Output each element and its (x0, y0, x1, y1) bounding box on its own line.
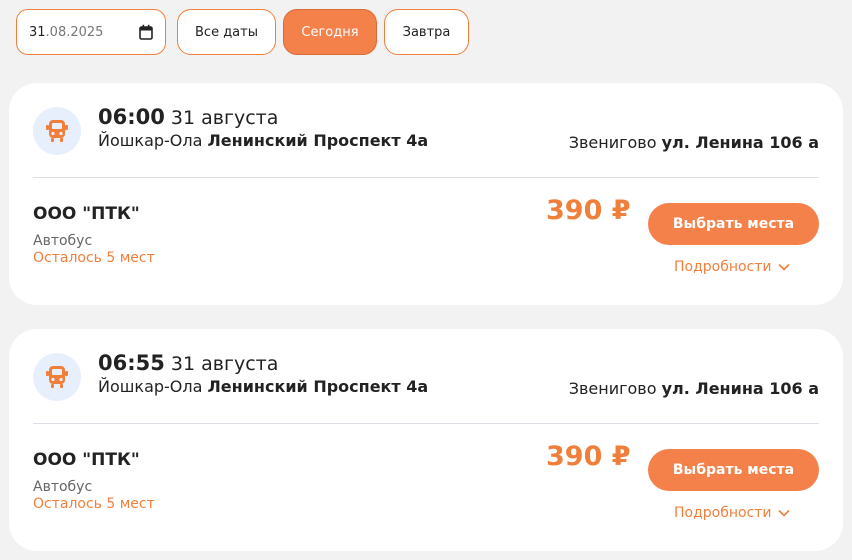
from-stop: Ленинский Проспект 4а (207, 377, 429, 396)
ticket-price: 390 ₽ (546, 441, 631, 472)
departure-place: Йошкар-Ола Ленинский Проспект 4а (98, 131, 428, 150)
trip-card: 06:55 31 августа Йошкар-Ола Ленинский Пр… (9, 329, 843, 551)
to-stop: ул. Ленина 106 а (661, 379, 819, 398)
ticket-price: 390 ₽ (546, 195, 631, 226)
select-seats-button[interactable]: Выбрать места (648, 203, 819, 245)
seats-left: Осталось 5 мест (33, 496, 155, 512)
calendar-icon[interactable] (139, 24, 153, 40)
chevron-down-icon (777, 509, 790, 517)
all-dates-button[interactable]: Все даты (177, 9, 276, 55)
bus-icon (46, 366, 68, 388)
bus-icon-circle (33, 353, 81, 401)
departure-place: Йошкар-Ола Ленинский Проспект 4а (98, 377, 428, 396)
to-city: Звенигово (568, 133, 657, 152)
vehicle-type: Автобус (33, 233, 93, 249)
vehicle-type: Автобус (33, 479, 93, 495)
bus-icon-circle (33, 107, 81, 155)
from-city: Йошкар-Ола (98, 377, 203, 396)
departure-time: 06:00 (98, 105, 165, 129)
details-link[interactable]: Подробности (674, 259, 790, 275)
date-value-day: 31 (29, 24, 46, 40)
divider (33, 177, 819, 178)
details-label: Подробности (674, 505, 772, 521)
to-stop: ул. Ленина 106 а (661, 133, 819, 152)
departure-time: 06:55 (98, 351, 165, 375)
bus-icon (46, 120, 68, 142)
date-value-rest: .08.2025 (45, 24, 104, 40)
from-city: Йошкар-Ола (98, 131, 203, 150)
departure-line: 06:00 31 августа (98, 105, 278, 129)
seats-left: Осталось 5 мест (33, 250, 155, 266)
departure-line: 06:55 31 августа (98, 351, 278, 375)
trip-card: 06:00 31 августа Йошкар-Ола Ленинский Пр… (9, 83, 843, 305)
departure-date: 31 августа (170, 353, 279, 375)
select-seats-button[interactable]: Выбрать места (648, 449, 819, 491)
tomorrow-button[interactable]: Завтра (384, 9, 469, 55)
arrival-place: Звенигово ул. Ленина 106 а (569, 379, 819, 398)
today-button[interactable]: Сегодня (283, 9, 377, 55)
from-stop: Ленинский Проспект 4а (207, 131, 429, 150)
details-link[interactable]: Подробности (674, 505, 790, 521)
carrier-name: ООО "ПТК" (33, 204, 140, 224)
date-input[interactable]: 31.08.2025 (16, 9, 166, 55)
departure-date: 31 августа (170, 107, 279, 129)
details-label: Подробности (674, 259, 772, 275)
divider (33, 423, 819, 424)
to-city: Звенигово (568, 379, 657, 398)
chevron-down-icon (777, 263, 790, 271)
carrier-name: ООО "ПТК" (33, 450, 140, 470)
arrival-place: Звенигово ул. Ленина 106 а (569, 133, 819, 152)
